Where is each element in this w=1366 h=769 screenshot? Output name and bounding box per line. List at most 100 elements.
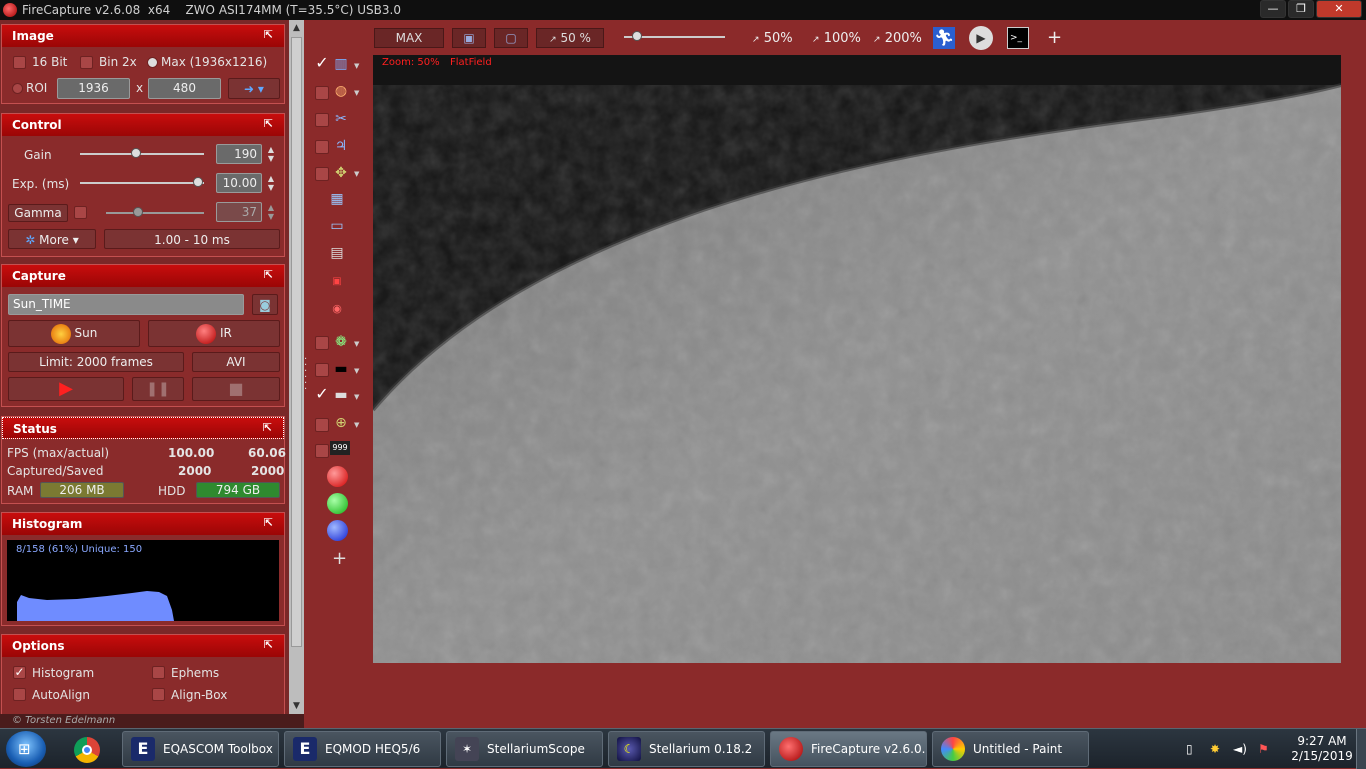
capture-panel-header[interactable]: Capture ⇱ — [2, 265, 284, 287]
ir-profile-button[interactable]: IR — [148, 320, 280, 347]
roi-apply-button[interactable]: ➜ ▾ — [228, 78, 280, 99]
move-arrows-icon[interactable]: ✥ — [332, 164, 350, 182]
chevron-down-icon[interactable]: ▼ — [354, 62, 359, 70]
folder-icon[interactable]: ▭ — [328, 217, 346, 235]
collapse-icon[interactable]: ⇱ — [263, 421, 272, 434]
roi-radio[interactable] — [12, 83, 23, 94]
red-channel-icon[interactable] — [327, 466, 348, 487]
gamma-spinner[interactable]: ▲ ▼ — [264, 203, 278, 221]
left-panel-scrollbar[interactable]: ▲ ▼ — [289, 20, 304, 714]
gamma-slider[interactable] — [106, 212, 204, 214]
network-icon[interactable]: ✸ — [1210, 742, 1220, 756]
sun-profile-button[interactable]: Sun — [8, 320, 140, 347]
tool-5-checkbox[interactable] — [315, 167, 329, 181]
zoom-slider-handle[interactable] — [632, 31, 642, 41]
roi-width-input[interactable]: 1936 — [57, 78, 130, 99]
volume-icon[interactable]: ◄) — [1233, 742, 1247, 756]
histogram-tool-icon[interactable]: ▥ — [332, 55, 350, 73]
image-panel-header[interactable]: Image ⇱ — [2, 25, 284, 47]
record-icon[interactable]: ◉ — [328, 300, 346, 318]
tool-2-checkbox[interactable] — [315, 86, 329, 100]
collapse-icon[interactable]: ⇱ — [264, 28, 273, 41]
frame-limit-button[interactable]: Limit: 2000 frames — [8, 352, 184, 372]
gamma-button[interactable]: Gamma — [8, 204, 68, 222]
target-icon[interactable]: ⊕ — [332, 414, 350, 432]
flat-rect-icon[interactable]: ▬ — [332, 386, 350, 404]
scrollbar-thumb[interactable] — [291, 37, 302, 647]
rgb-circles-icon[interactable]: ❁ — [332, 333, 350, 351]
zoom-50-button[interactable]: ↗ 50% — [752, 31, 793, 46]
start-button[interactable]: ⊞ — [6, 731, 46, 767]
pause-capture-button[interactable]: ❚❚ — [132, 377, 184, 401]
jupiter-icon[interactable]: ♃ — [332, 137, 350, 155]
tool-9-checkbox[interactable] — [315, 418, 329, 432]
histogram-option-checkbox[interactable]: ✓ — [13, 666, 26, 679]
tool-4-checkbox[interactable] — [315, 140, 329, 154]
action-center-icon[interactable]: ⚑ — [1258, 742, 1269, 756]
chevron-down-icon[interactable]: ▼ — [354, 393, 359, 401]
control-panel-header[interactable]: Control ⇱ — [2, 114, 284, 136]
task-eqascom[interactable]: E EQASCOM Toolbox — [122, 731, 279, 767]
monitor-icon[interactable]: ▢ — [494, 28, 528, 48]
timer-play-icon[interactable]: ▶ — [969, 26, 993, 50]
close-button[interactable]: ✕ — [1316, 0, 1362, 18]
autoalign-checkbox[interactable] — [13, 688, 26, 701]
tool-1-checkbox[interactable]: ✓ — [315, 55, 329, 71]
tool-3-checkbox[interactable] — [315, 113, 329, 127]
chevron-down-icon[interactable]: ▼ — [354, 89, 359, 97]
more-button[interactable]: ✲ More ▾ — [8, 229, 96, 249]
task-paint[interactable]: Untitled - Paint — [932, 731, 1089, 767]
chevron-down-icon[interactable]: ▼ — [354, 340, 359, 348]
grid-icon[interactable]: ▣ — [328, 273, 346, 291]
blue-channel-icon[interactable] — [327, 520, 348, 541]
minimize-button[interactable]: — — [1260, 0, 1286, 18]
console-icon[interactable]: >_ — [1007, 27, 1029, 49]
bin2x-checkbox[interactable] — [80, 56, 93, 69]
task-stellariumscope[interactable]: ✶ StellariumScope — [446, 731, 603, 767]
exposure-slider-handle[interactable] — [192, 177, 203, 187]
counter-icon[interactable]: 999 — [330, 441, 350, 455]
gain-slider[interactable] — [80, 153, 204, 155]
collapse-icon[interactable]: ⇱ — [264, 638, 273, 651]
gain-spinner[interactable]: ▲ ▼ — [264, 145, 278, 163]
trash-icon[interactable]: ▤ — [328, 244, 346, 262]
scroll-down-icon[interactable]: ▼ — [289, 698, 304, 714]
splitter-handle[interactable]: · · · · · · — [304, 355, 307, 395]
tool-6-checkbox[interactable] — [315, 336, 329, 350]
exposure-slider[interactable] — [80, 182, 204, 184]
16bit-checkbox[interactable] — [13, 56, 26, 69]
gain-slider-handle[interactable] — [130, 148, 141, 158]
scroll-up-icon[interactable]: ▲ — [289, 20, 304, 36]
add-tool-button[interactable]: + — [332, 548, 347, 569]
options-panel-header[interactable]: Options ⇱ — [2, 635, 284, 657]
chevron-down-icon[interactable]: ▼ — [354, 421, 359, 429]
camera-icon[interactable]: ◙ — [252, 294, 278, 315]
alignbox-checkbox[interactable] — [152, 688, 165, 701]
exposure-input[interactable]: 10.00 — [216, 173, 262, 193]
tool-10-checkbox[interactable] — [315, 444, 329, 458]
chevron-down-icon[interactable]: ▼ — [354, 170, 359, 178]
zoom-100-button[interactable]: ↗ 100% — [812, 31, 861, 46]
task-eqmod[interactable]: E EQMOD HEQ5/6 — [284, 731, 441, 767]
device-icon[interactable]: ▯ — [1186, 742, 1193, 756]
status-panel-header[interactable]: Status ⇱ — [2, 417, 284, 439]
gamma-input[interactable]: 37 — [216, 202, 262, 222]
gamma-checkbox[interactable] — [74, 206, 87, 219]
film-icon[interactable]: ▦ — [328, 190, 346, 208]
task-firecapture[interactable]: FireCapture v2.6.0... — [770, 731, 927, 767]
maximize-button[interactable]: ❐ — [1288, 0, 1314, 18]
exposure-spinner[interactable]: ▲ ▼ — [264, 174, 278, 192]
show-desktop-button[interactable] — [1356, 729, 1366, 769]
exposure-range-button[interactable]: 1.00 - 10 ms — [104, 229, 280, 249]
collapse-icon[interactable]: ⇱ — [264, 117, 273, 130]
collapse-icon[interactable]: ⇱ — [264, 516, 273, 529]
green-channel-icon[interactable] — [327, 493, 348, 514]
tool-8-checkbox[interactable]: ✓ — [315, 386, 329, 402]
start-capture-button[interactable]: ▶ — [8, 377, 124, 401]
running-man-icon[interactable]: 🏃︎ — [933, 27, 955, 49]
zoom-dropdown[interactable]: ↗ 50 % — [536, 28, 604, 48]
tool-7-checkbox[interactable] — [315, 363, 329, 377]
add-toolbar-button[interactable]: + — [1047, 27, 1062, 48]
chrome-taskbar-icon[interactable] — [62, 731, 114, 767]
roi-height-input[interactable]: 480 — [148, 78, 221, 99]
